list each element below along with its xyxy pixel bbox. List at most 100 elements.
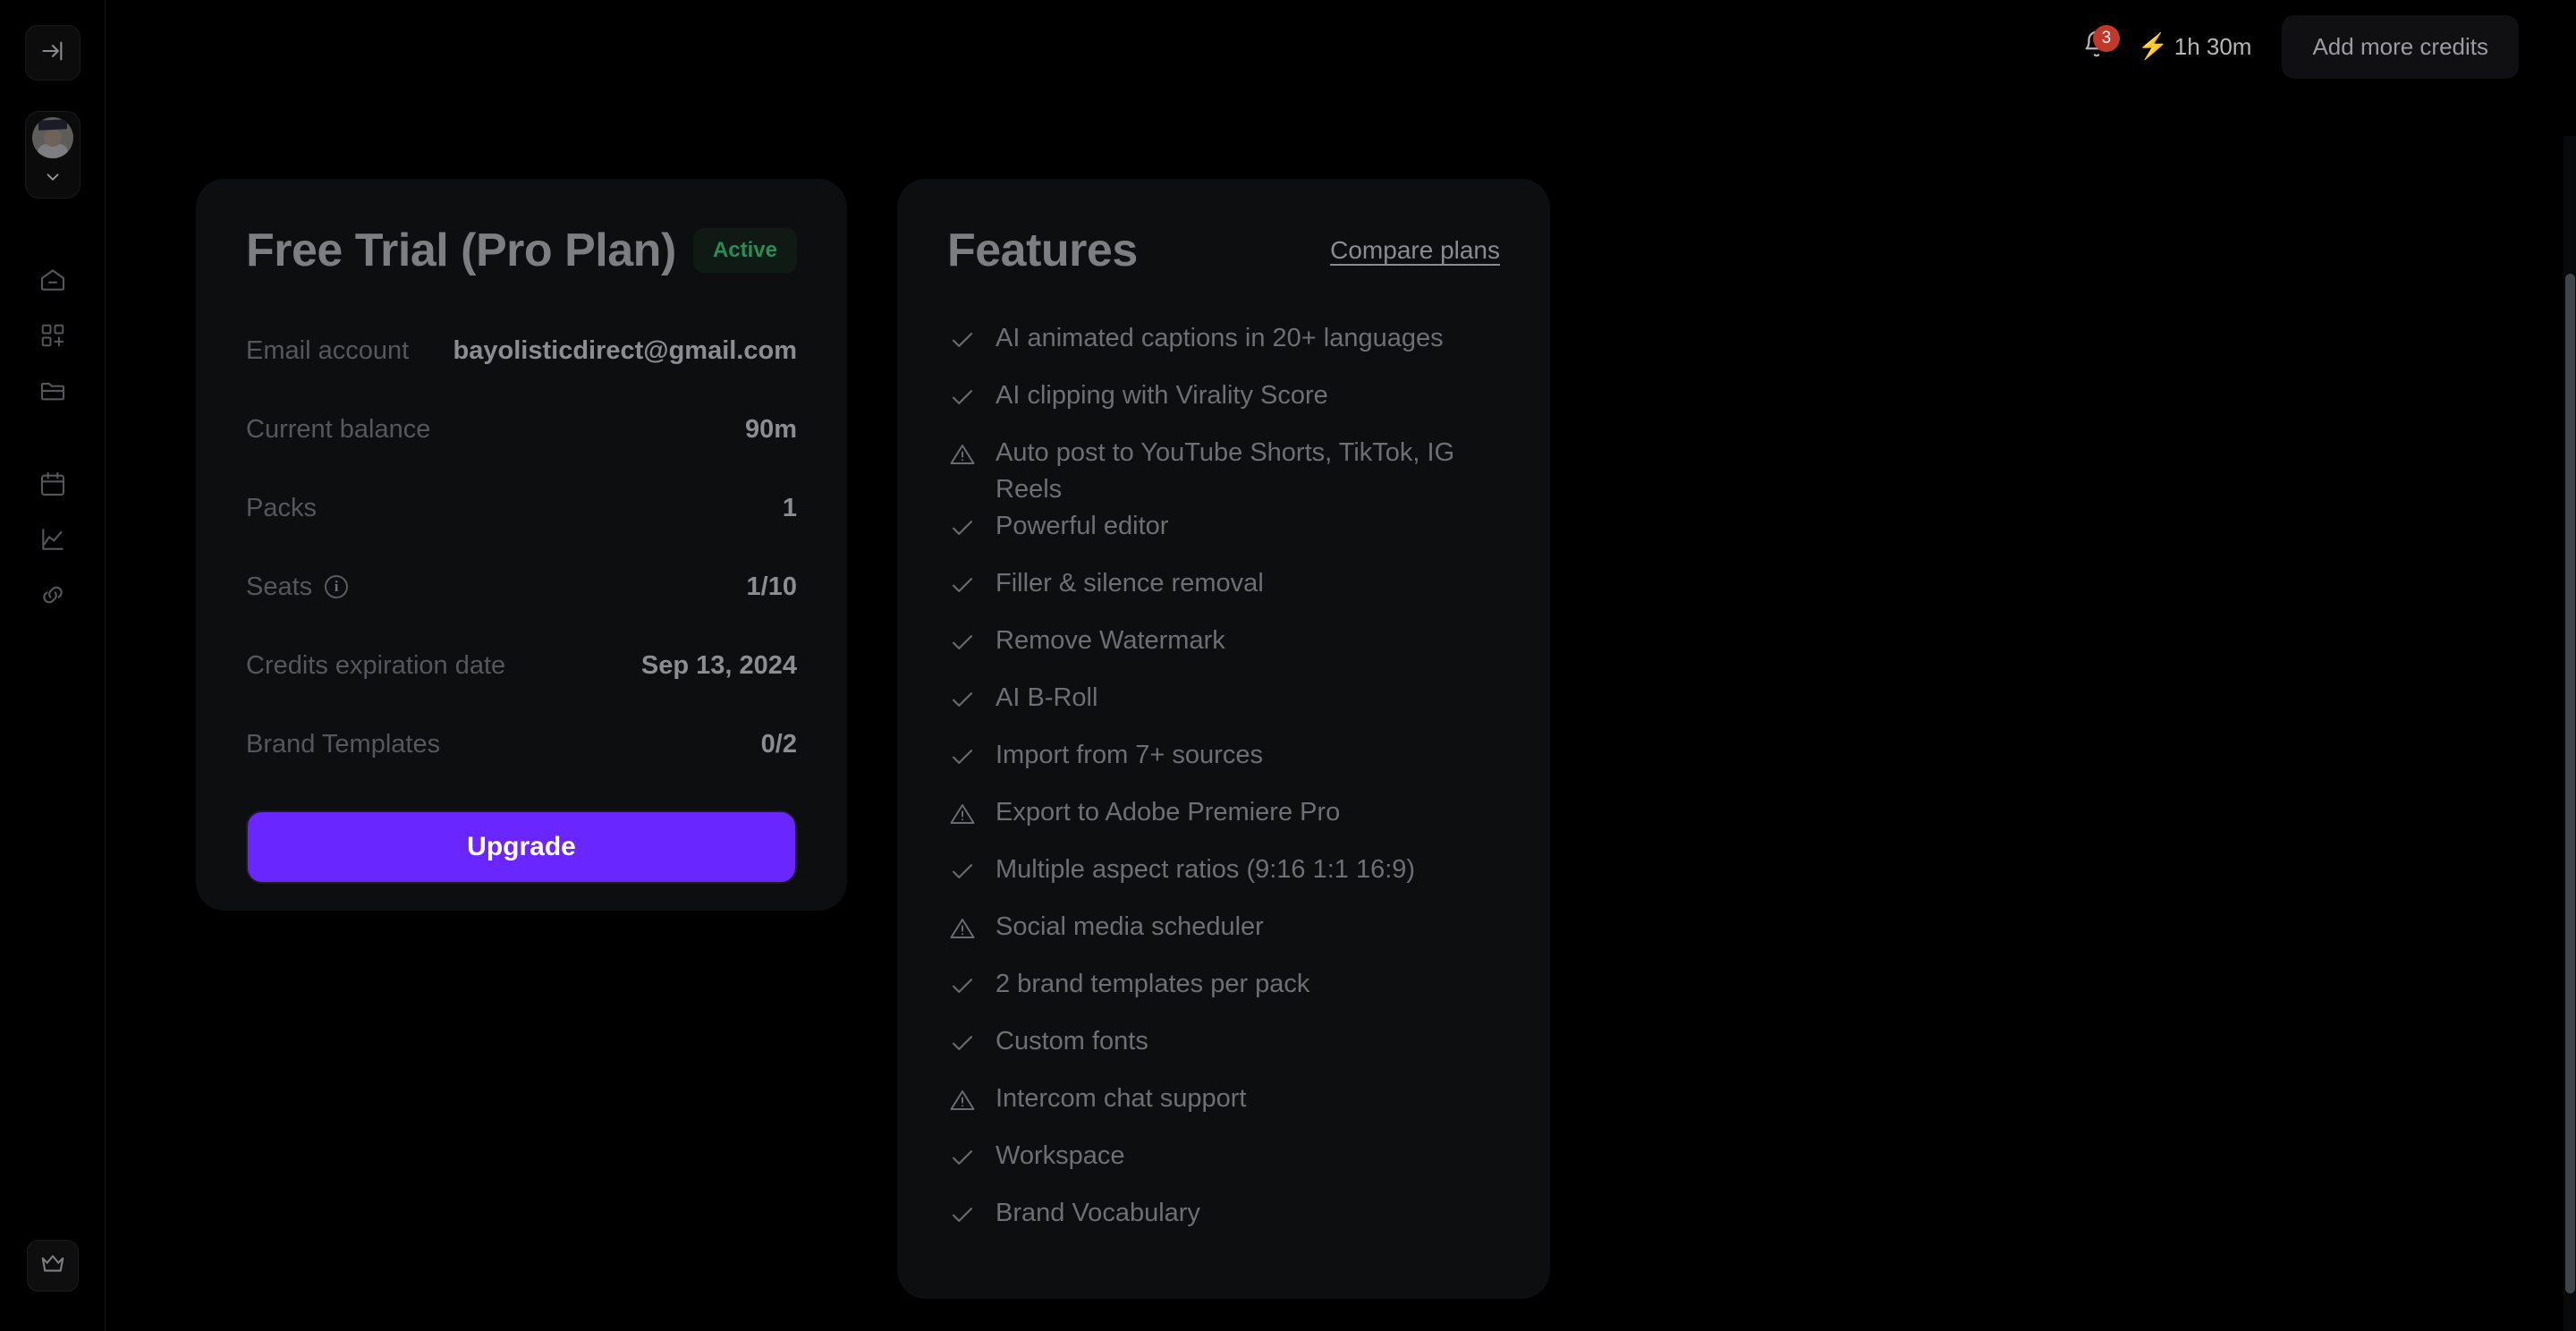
- feature-label: Custom fonts: [996, 1027, 1148, 1056]
- feature-list-item: Intercom chat support: [947, 1081, 1500, 1138]
- feature-label: Powerful editor: [996, 512, 1169, 541]
- collapse-sidebar-wrapper: [24, 25, 80, 81]
- sidebar-item-create[interactable]: [25, 309, 80, 365]
- link-icon: [38, 581, 67, 614]
- warning-icon: [947, 439, 978, 470]
- plan-detail-label-text: Packs: [246, 493, 317, 522]
- check-icon: [947, 742, 978, 772]
- plan-detail-row: Packs 1: [246, 469, 797, 547]
- plan-detail-label-text: Seats: [246, 572, 313, 601]
- sidebar-item-connections[interactable]: [25, 569, 80, 624]
- plan-detail-label: Packs: [246, 494, 317, 523]
- app-root: 3 ⚡ 1h 30m Add more credits Free Trial (…: [0, 0, 2576, 1331]
- plan-detail-value: 1: [782, 493, 797, 522]
- sidebar-item-projects[interactable]: [25, 365, 80, 420]
- plan-detail-row: Current balance 90m: [246, 390, 797, 469]
- feature-list-item: Custom fonts: [947, 1023, 1500, 1081]
- feature-label: Social media scheduler: [996, 912, 1264, 942]
- sidebar-item-home[interactable]: [25, 254, 80, 309]
- plan-detail-value: bayolisticdirect@gmail.com: [453, 335, 797, 365]
- feature-label: Multiple aspect ratios (9:16 1:1 16:9): [996, 855, 1416, 885]
- compare-plans-link[interactable]: Compare plans: [1330, 236, 1500, 265]
- check-icon: [947, 1200, 978, 1230]
- notifications-button[interactable]: 3: [2077, 25, 2120, 66]
- feature-label: Auto post to YouTube Shorts, TikTok, IG …: [996, 438, 1455, 504]
- calendar-icon: [38, 470, 67, 503]
- check-icon: [947, 684, 978, 715]
- feature-list-item: Export to Adobe Premiere Pro: [947, 794, 1500, 852]
- check-icon: [947, 1028, 978, 1058]
- crown-icon: [39, 1250, 66, 1282]
- feature-list-item: Remove Watermark: [947, 623, 1500, 680]
- page-title: Free Trial (Pro Plan): [246, 225, 676, 276]
- plan-card: Free Trial (Pro Plan) Active Email accou…: [196, 179, 847, 911]
- feature-list-item: Social media scheduler: [947, 909, 1500, 966]
- sidebar-footer: [0, 1240, 105, 1292]
- feature-label: Export to Adobe Premiere Pro: [996, 798, 1341, 827]
- feature-list-item: AI animated captions in 20+ languages: [947, 320, 1500, 377]
- sidebar: [0, 0, 106, 1331]
- notification-badge: 3: [2092, 25, 2120, 52]
- check-icon: [947, 1142, 978, 1173]
- feature-list-item: Brand Vocabulary: [947, 1195, 1500, 1252]
- check-icon: [947, 627, 978, 657]
- chevron-down-icon: [43, 167, 63, 187]
- plan-detail-row: Seats i 1/10: [246, 547, 797, 626]
- feature-label: Workspace: [996, 1141, 1125, 1171]
- features-title: Features: [947, 225, 1138, 276]
- plan-detail-value: 90m: [744, 414, 797, 444]
- avatar: [31, 117, 73, 158]
- feature-list-item: Multiple aspect ratios (9:16 1:1 16:9): [947, 852, 1500, 909]
- feature-list-item: Workspace: [947, 1138, 1500, 1195]
- plan-detail-label-text: Current balance: [246, 414, 431, 444]
- upgrade-button[interactable]: Upgrade: [246, 810, 797, 884]
- upgrade-crown-button[interactable]: [26, 1240, 79, 1292]
- main-content: Free Trial (Pro Plan) Active Email accou…: [106, 93, 2576, 1331]
- warning-icon: [947, 1085, 978, 1115]
- plan-detail-label: Email account: [246, 336, 409, 366]
- plan-detail-label: Seats i: [246, 572, 349, 602]
- warning-icon: [947, 913, 978, 944]
- feature-label: Remove Watermark: [996, 626, 1225, 656]
- feature-label: AI B-Roll: [996, 683, 1098, 713]
- check-icon: [947, 382, 978, 412]
- folder-icon: [38, 377, 67, 410]
- scrollbar-thumb[interactable]: [2565, 274, 2575, 1293]
- feature-label: AI animated captions in 20+ languages: [996, 324, 1444, 352]
- sidebar-item-schedule[interactable]: [25, 458, 80, 513]
- chart-line-icon: [38, 525, 67, 558]
- info-icon[interactable]: i: [325, 575, 349, 598]
- scrollbar-track[interactable]: [2563, 136, 2576, 1331]
- feature-list-item: AI clipping with Virality Score: [947, 377, 1500, 435]
- plan-detail-label-text: Credits expiration date: [246, 650, 506, 680]
- feature-list-item: Auto post to YouTube Shorts, TikTok, IG …: [947, 435, 1500, 508]
- collapse-panel-button[interactable]: [24, 25, 80, 81]
- feature-label: Intercom chat support: [996, 1084, 1247, 1114]
- feature-label: AI clipping with Virality Score: [996, 381, 1328, 410]
- feature-list-item: Filler & silence removal: [947, 565, 1500, 623]
- plan-detail-label: Current balance: [246, 415, 430, 445]
- feature-label: Import from 7+ sources: [996, 741, 1263, 770]
- features-card: Features Compare plans AI animated capti…: [897, 179, 1550, 1299]
- add-more-credits-button[interactable]: Add more credits: [2282, 14, 2519, 79]
- plan-card-header: Free Trial (Pro Plan) Active: [246, 224, 797, 277]
- plan-detail-row: Brand Templates 0/2: [246, 705, 797, 784]
- plan-detail-label-text: Brand Templates: [246, 729, 441, 759]
- top-header: 3 ⚡ 1h 30m Add more credits: [106, 0, 2576, 93]
- feature-list-item: 2 brand templates per pack: [947, 966, 1500, 1023]
- plan-detail-value: 1/10: [746, 572, 797, 601]
- credits-balance[interactable]: ⚡ 1h 30m: [2138, 33, 2252, 61]
- features-list: AI animated captions in 20+ languages AI …: [947, 320, 1500, 1252]
- feature-list-item: AI B-Roll: [947, 680, 1500, 737]
- home-icon: [38, 266, 67, 299]
- sidebar-item-analytics[interactable]: [25, 513, 80, 569]
- warning-icon: [947, 799, 978, 829]
- feature-list-item: Import from 7+ sources: [947, 737, 1500, 794]
- plan-detail-row: Credits expiration date Sep 13, 2024: [246, 626, 797, 705]
- plan-detail-label-text: Email account: [246, 335, 410, 365]
- feature-label: Filler & silence removal: [996, 569, 1264, 598]
- profile-menu-button[interactable]: [24, 111, 80, 199]
- bolt-icon: ⚡: [2137, 32, 2169, 60]
- features-card-header: Features Compare plans: [947, 224, 1500, 277]
- plan-detail-label: Credits expiration date: [246, 651, 505, 681]
